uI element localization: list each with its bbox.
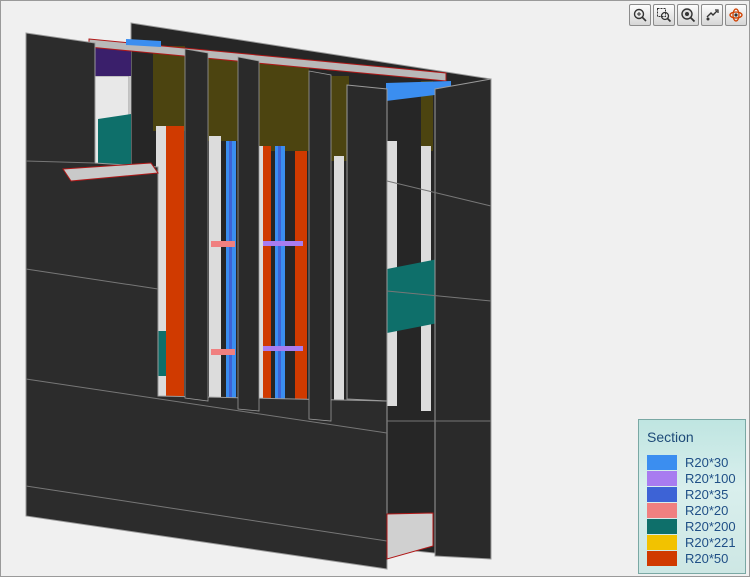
3d-model-viewport[interactable] [1,1,749,576]
legend-label: R20*20 [685,502,729,518]
legend-item: R20*200 [647,518,736,534]
legend-item: R20*50 [647,550,736,566]
teal-panel-lower [158,331,166,376]
teal-panel-right [387,259,438,333]
legend-label: R20*200 [685,518,736,534]
legend-swatch [647,550,677,566]
right-side-panel [434,78,492,560]
legend-list: R20*30 R20*100 R20*35 R20*20 R20*200 R20*221 R… [647,454,736,566]
mid-column-panel [184,48,209,402]
legend-swatch [647,486,677,502]
zoom-extents-button[interactable] [677,4,699,26]
legend-label: R20*30 [685,454,729,470]
legend-label: R20*100 [685,470,736,486]
legend-item: R20*221 [647,534,736,550]
legend-label: R20*50 [685,550,729,566]
legend-item: R20*100 [647,470,736,486]
mid-column-panel-3 [308,70,332,422]
legend-swatch [647,454,677,470]
mid-column-panel-2 [237,56,260,412]
legend-swatch [647,518,677,534]
zoom-extents-icon [681,8,696,23]
zoom-in-icon [633,8,647,22]
zoom-window-icon [657,8,672,23]
legend-title: Section [647,429,694,445]
section-legend: Section R20*30 R20*100 R20*35 R20*20 R20*200… [638,419,746,574]
legend-item: R20*20 [647,502,736,518]
legend-swatch [647,534,677,550]
view-toolbar [629,4,747,26]
pan-button[interactable] [701,4,723,26]
legend-item: R20*30 [647,454,736,470]
teal-panel-left [98,114,131,169]
orbit-icon [729,8,743,22]
legend-swatch [647,470,677,486]
orbit-button[interactable] [725,4,747,26]
legend-label: R20*221 [685,534,736,550]
legend-item: R20*35 [647,486,736,502]
pan-icon [706,9,719,21]
legend-swatch [647,502,677,518]
front-right-strip [346,84,388,402]
zoom-window-button[interactable] [653,4,675,26]
legend-label: R20*35 [685,486,729,502]
model-view-window: Section R20*30 R20*100 R20*35 R20*20 R20*200… [0,0,750,577]
zoom-in-button[interactable] [629,4,651,26]
